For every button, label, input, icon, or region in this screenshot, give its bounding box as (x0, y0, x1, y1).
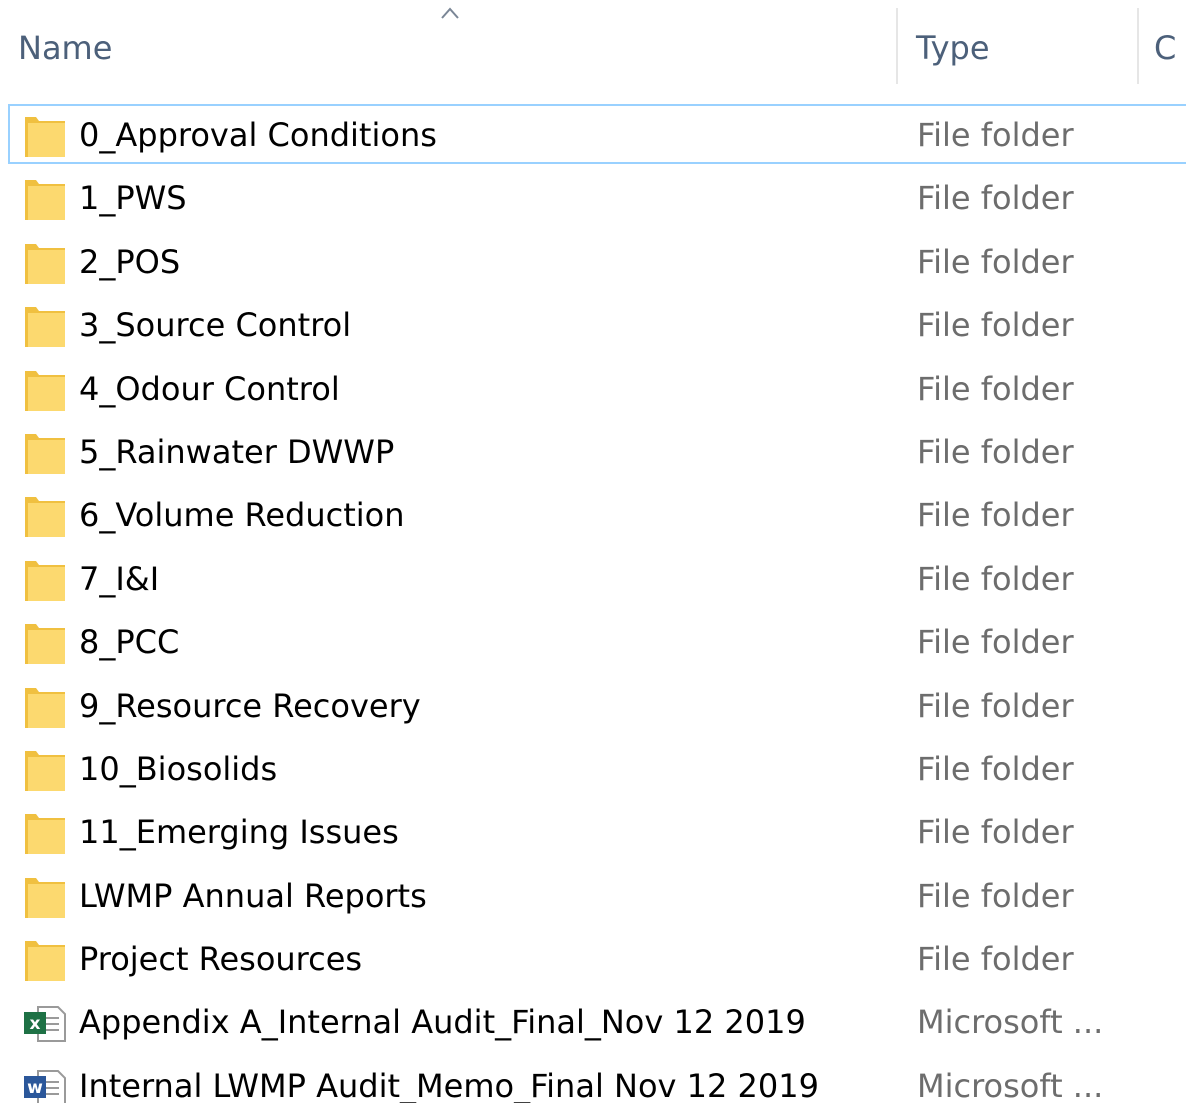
file-name[interactable]: 11_Emerging Issues (79, 811, 399, 853)
file-type: File folder (917, 179, 1074, 218)
file-type: File folder (917, 432, 1074, 471)
folder-icon (24, 431, 66, 475)
file-row[interactable]: 10_Biosolids File folder (0, 738, 1186, 801)
file-type: Microsoft ... (917, 1003, 1104, 1042)
file-name[interactable]: 4_Odour Control (79, 368, 340, 410)
folder-icon (24, 558, 66, 602)
file-type: File folder (917, 813, 1074, 852)
column-header-type[interactable]: Type (916, 28, 990, 68)
folder-icon (24, 241, 66, 285)
column-divider[interactable] (896, 8, 898, 84)
file-row[interactable]: 11_Emerging Issues File folder (0, 801, 1186, 864)
file-row[interactable]: 8_PCC File folder (0, 611, 1186, 674)
folder-icon (24, 875, 66, 919)
file-row[interactable]: 4_Odour Control File folder (0, 358, 1186, 421)
column-header-partial[interactable]: C (1154, 28, 1176, 68)
svg-text:x: x (30, 1014, 41, 1034)
file-name[interactable]: 2_POS (79, 241, 180, 283)
file-name[interactable]: Appendix A_Internal Audit_Final_Nov 12 2… (79, 1001, 806, 1043)
file-row[interactable]: 7_I&I File folder (0, 548, 1186, 611)
file-name[interactable]: 0_Approval Conditions (79, 114, 437, 156)
file-type: File folder (917, 623, 1074, 662)
file-row[interactable]: w Internal LWMP Audit_Memo_Final Nov 12 … (0, 1055, 1186, 1103)
file-row[interactable]: 2_POS File folder (0, 231, 1186, 294)
folder-icon (24, 114, 66, 158)
file-name[interactable]: 9_Resource Recovery (79, 685, 421, 727)
file-type: File folder (917, 749, 1074, 788)
file-type: File folder (917, 559, 1074, 598)
file-type: File folder (917, 306, 1074, 345)
folder-icon (24, 748, 66, 792)
folder-icon (24, 621, 66, 665)
file-type: File folder (917, 876, 1074, 915)
folder-icon (24, 177, 66, 221)
file-row[interactable]: x Appendix A_Internal Audit_Final_Nov 12… (0, 991, 1186, 1054)
file-name[interactable]: LWMP Annual Reports (79, 875, 427, 917)
file-type: File folder (917, 242, 1074, 281)
file-row[interactable]: 5_Rainwater DWWP File folder (0, 421, 1186, 484)
file-name[interactable]: 3_Source Control (79, 304, 351, 346)
folder-icon (24, 494, 66, 538)
column-divider[interactable] (1137, 8, 1139, 84)
file-row[interactable]: 6_Volume Reduction File folder (0, 484, 1186, 547)
file-row[interactable]: Project Resources File folder (0, 928, 1186, 991)
folder-icon (24, 811, 66, 855)
file-name[interactable]: Project Resources (79, 938, 362, 980)
folder-icon (24, 304, 66, 348)
file-row[interactable]: LWMP Annual Reports File folder (0, 865, 1186, 928)
folder-icon (24, 938, 66, 982)
excel-file-icon: x (24, 1001, 66, 1045)
file-name[interactable]: 1_PWS (79, 177, 187, 219)
file-name[interactable]: 7_I&I (79, 558, 159, 600)
file-name[interactable]: 5_Rainwater DWWP (79, 431, 394, 473)
file-type: Microsoft ... (917, 1066, 1104, 1103)
folder-icon (24, 368, 66, 412)
file-row[interactable]: 0_Approval Conditions File folder (0, 104, 1186, 167)
column-header: Name Type C (0, 0, 1186, 96)
file-list: 0_Approval Conditions File folder 1_PWS Fi… (0, 104, 1186, 1103)
file-name[interactable]: Internal LWMP Audit_Memo_Final Nov 12 20… (79, 1065, 819, 1103)
file-type: File folder (917, 369, 1074, 408)
file-type: File folder (917, 496, 1074, 535)
folder-icon (24, 685, 66, 729)
svg-text:w: w (27, 1078, 43, 1098)
file-name[interactable]: 10_Biosolids (79, 748, 277, 790)
column-header-name[interactable]: Name (18, 28, 112, 68)
word-file-icon: w (24, 1065, 66, 1103)
file-type: File folder (917, 686, 1074, 725)
file-row[interactable]: 9_Resource Recovery File folder (0, 675, 1186, 738)
file-name[interactable]: 8_PCC (79, 621, 179, 663)
chevron-up-icon[interactable] (440, 6, 460, 20)
file-type: File folder (917, 116, 1074, 154)
file-row[interactable]: 3_Source Control File folder (0, 294, 1186, 357)
file-type: File folder (917, 940, 1074, 979)
file-row[interactable]: 1_PWS File folder (0, 167, 1186, 230)
file-name[interactable]: 6_Volume Reduction (79, 494, 405, 536)
